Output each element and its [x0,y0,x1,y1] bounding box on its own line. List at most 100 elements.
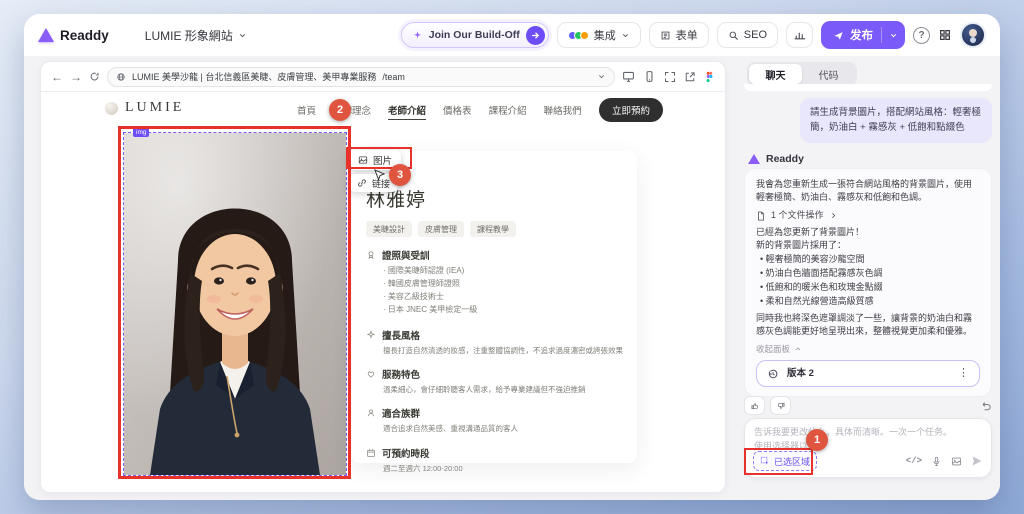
back-icon[interactable]: ← [51,71,63,83]
publish-button[interactable]: 发布 [821,21,905,49]
cert-item: 日本 JNEC 美甲檢定一級 [383,304,627,317]
badge-skin: 皮膚管理 [418,221,464,237]
cert-list: 國際美睫師認證 (IEA) 韓國皮膚管理師證照 美容乙級技術士 日本 JNEC … [383,265,627,317]
assistant-paragraph: 新的背景圖片採用了： [756,239,980,252]
assistant-paragraph: 已經為您更新了背景圖片！ [756,226,980,239]
readdy-logo-icon [38,28,54,42]
image-icon [358,155,368,165]
nav-item-courses[interactable]: 課程介紹 [489,103,527,120]
assistant-header: Readdy [748,153,804,165]
section-audience: 適合族群 適合追求自然美感、重視溝通品質的客人 [366,406,627,434]
url-bar[interactable]: LUMIE 美學沙龍 | 台北信義區美睫、皮膚管理、美甲專業服務 /team [107,67,615,87]
build-off-button[interactable]: Join Our Build-Off [401,22,549,48]
form-button[interactable]: 表单 [649,22,709,48]
nav-item-pricing[interactable]: 價格表 [443,103,472,120]
chevron-down-icon [889,31,898,40]
publish-caret[interactable] [881,27,905,43]
integrations-stack-icon [568,31,589,40]
top-bar: Readdy LUMIE 形象網站 Join Our Build-Off 集成 [24,14,1000,56]
undo-icon[interactable] [980,400,992,412]
section-certifications: 證照與受訓 國際美睫師認證 (IEA) 韓國皮膚管理師證照 美容乙級技術士 日本… [366,248,627,317]
kebab-menu-icon[interactable]: ⋮ [958,366,969,382]
seo-button[interactable]: SEO [717,22,778,48]
url-title: LUMIE 美學沙龍 | 台北信義區美睫、皮膚管理、美甲專業服務 [132,70,376,83]
url-path: /team [382,72,405,82]
annotation-marker-3: 3 [389,164,411,186]
avatar[interactable] [960,22,986,48]
selected-region-chip[interactable]: 已选区域 [753,451,817,471]
assistant-paragraph: 我會為您重新生成一張符合網站風格的背景圖片，使用輕奢極簡、奶油白、霧感灰和低飽和… [756,178,980,204]
code-icon[interactable]: </> [906,456,922,466]
version-card[interactable]: 版本 2 ⋮ [756,360,980,387]
desktop-icon[interactable] [622,70,635,83]
mobile-icon[interactable] [643,70,656,83]
section-title: 適合族群 [382,406,420,420]
external-link-icon[interactable] [684,71,696,83]
form-icon [660,30,671,41]
nav-item-home[interactable]: 首頁 [297,103,316,120]
annotation-marker-2: 2 [329,99,351,121]
chat-panel: 聊天 代码 請生成背景圖片，搭配網站風格：輕奢極簡，奶油白 + 霧感灰 + 低飽… [744,56,992,500]
cert-item: 國際美睫師認證 (IEA) [383,265,627,278]
tab-code[interactable]: 代码 [802,64,855,84]
collapse-panel-button[interactable]: 收起面板 [756,343,980,355]
feedback-row [744,396,992,415]
project-switcher[interactable]: LUMIE 形象網站 [145,27,247,44]
portrait-photo [124,133,346,475]
help-icon[interactable]: ? [913,27,930,44]
apps-grid-icon[interactable] [938,28,952,42]
refresh-icon[interactable] [89,71,100,82]
analytics-button[interactable] [786,22,813,48]
workspace: ← → LUMIE 美學沙龍 | 台北信義區美睫、皮膚管理、美甲專業服務 /te… [24,56,1000,500]
section-text: 適合追求自然美感、重視溝通品質的客人 [383,423,627,434]
thumbs-down-button[interactable] [770,396,791,415]
section-text: 擅長打造自然清透的妝感，注重整體協調性，不追求過度濃密或誇張效果 [383,345,627,356]
site-page: LUMIE 首頁 品牌理念 老師介紹 價格表 課程介紹 聯絡我們 立即預約 [41,92,725,493]
globe-icon [116,72,126,82]
tab-chat[interactable]: 聊天 [749,64,802,84]
browser-preview: ← → LUMIE 美學沙龍 | 台北信義區美睫、皮膚管理、美甲專業服務 /te… [40,61,726,493]
chart-icon [794,29,806,41]
teacher-profile-card: 林雅婷 美睫設計 皮膚管理 課程教學 證照與受訓 [352,151,637,463]
chat-input[interactable]: 告诉我要更改什么，具体而清晰。一次一个任务。 使用选择器以提 已选区域 </> [744,418,992,478]
integrations-label: 集成 [594,27,616,43]
booking-cta-button[interactable]: 立即預約 [599,98,663,122]
readdy-brand[interactable]: Readdy [38,28,109,43]
thumbs-up-button[interactable] [744,396,765,415]
section-text: 溫柔細心，會仔細聆聽客人需求，給予專業建議但不強迫推銷 [383,384,627,395]
seo-label: SEO [744,29,767,41]
forward-icon[interactable]: → [70,71,82,83]
assistant-message-card: 我會為您重新生成一張符合網站風格的背景圖片，使用輕奢極簡、奶油白、霧感灰和低飽和… [744,168,992,397]
send-message-icon[interactable] [971,455,983,467]
version-label: 版本 2 [787,367,814,381]
input-placeholder-line1: 告诉我要更改什么，具体而清晰。一次一个任务。 [754,426,982,440]
badge-lash: 美睫設計 [366,221,412,237]
fullscreen-icon[interactable] [664,71,676,83]
section-title: 服務特色 [382,367,420,381]
user-message-bubble: 請生成背景圖片，搭配網站風格：輕奢極簡，奶油白 + 霧感灰 + 低飽和點綴色 [800,98,992,143]
figma-icon[interactable] [704,71,715,82]
selection-icon [760,456,770,466]
mic-icon[interactable] [931,456,942,467]
cert-item: 韓國皮膚管理師證照 [383,278,627,291]
build-off-label: Join Our Build-Off [429,29,520,41]
integrations-button[interactable]: 集成 [557,22,641,48]
readdy-app-window: Readdy LUMIE 形象網站 Join Our Build-Off 集成 [24,14,1000,500]
assistant-paragraph: 同時我也將深色遮罩調淡了一些，讓背景的奶油白和霧感灰色調能更好地呈現出來，整體視… [756,312,980,338]
teacher-portrait-image[interactable] [124,133,346,475]
file-operation-row[interactable]: 1 个文件操作 [756,209,980,222]
desktop-background: Readdy LUMIE 形象網站 Join Our Build-Off 集成 [0,0,1024,514]
project-name: LUMIE 形象網站 [145,27,233,44]
previous-message-edge [744,84,992,91]
chevron-down-icon[interactable] [597,72,606,81]
teacher-name: 林雅婷 [366,185,627,212]
site-logo-text: LUMIE [125,100,184,116]
nav-item-teachers[interactable]: 老師介紹 [388,103,426,120]
site-logo[interactable]: LUMIE [105,100,184,116]
panel-tabs: 聊天 代码 [747,62,857,86]
browser-toolbar: ← → LUMIE 美學沙龍 | 台北信義區美睫、皮膚管理、美甲專業服務 /te… [41,62,725,92]
arrow-right-icon [526,26,545,45]
nav-item-contact[interactable]: 聯絡我們 [544,103,582,120]
image-upload-icon[interactable] [951,456,962,467]
section-title: 可預約時段 [382,446,430,460]
